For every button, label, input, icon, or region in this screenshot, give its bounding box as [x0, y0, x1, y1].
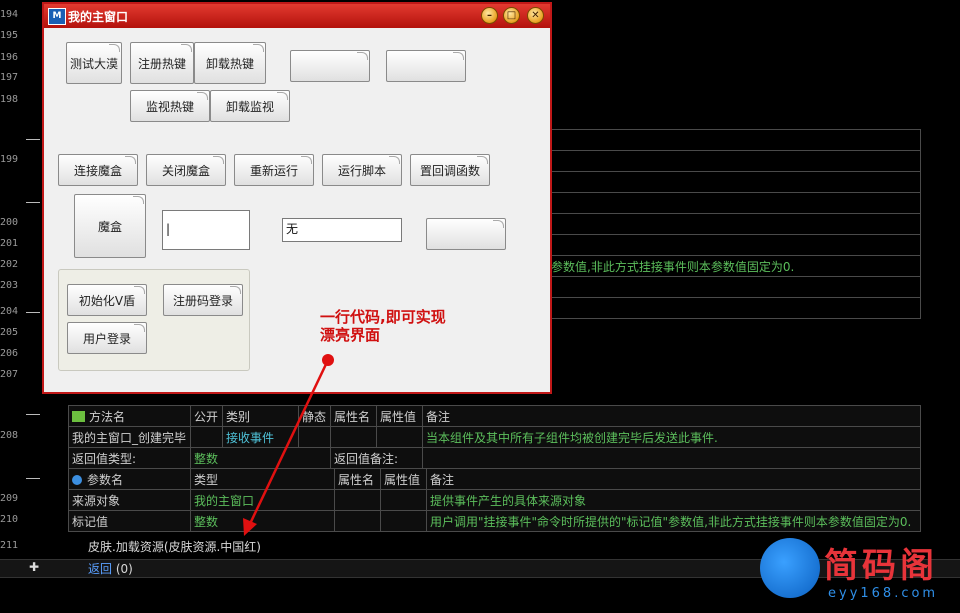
arrow-line — [246, 359, 330, 529]
arrow-head — [243, 518, 257, 536]
fish-logo-icon — [760, 538, 820, 598]
annotation-arrow — [243, 354, 334, 536]
logo-url: eyy168.com — [828, 586, 939, 601]
site-logo: 简码阁 eyy168.com — [760, 538, 950, 608]
logo-text: 简码阁 — [824, 546, 938, 586]
